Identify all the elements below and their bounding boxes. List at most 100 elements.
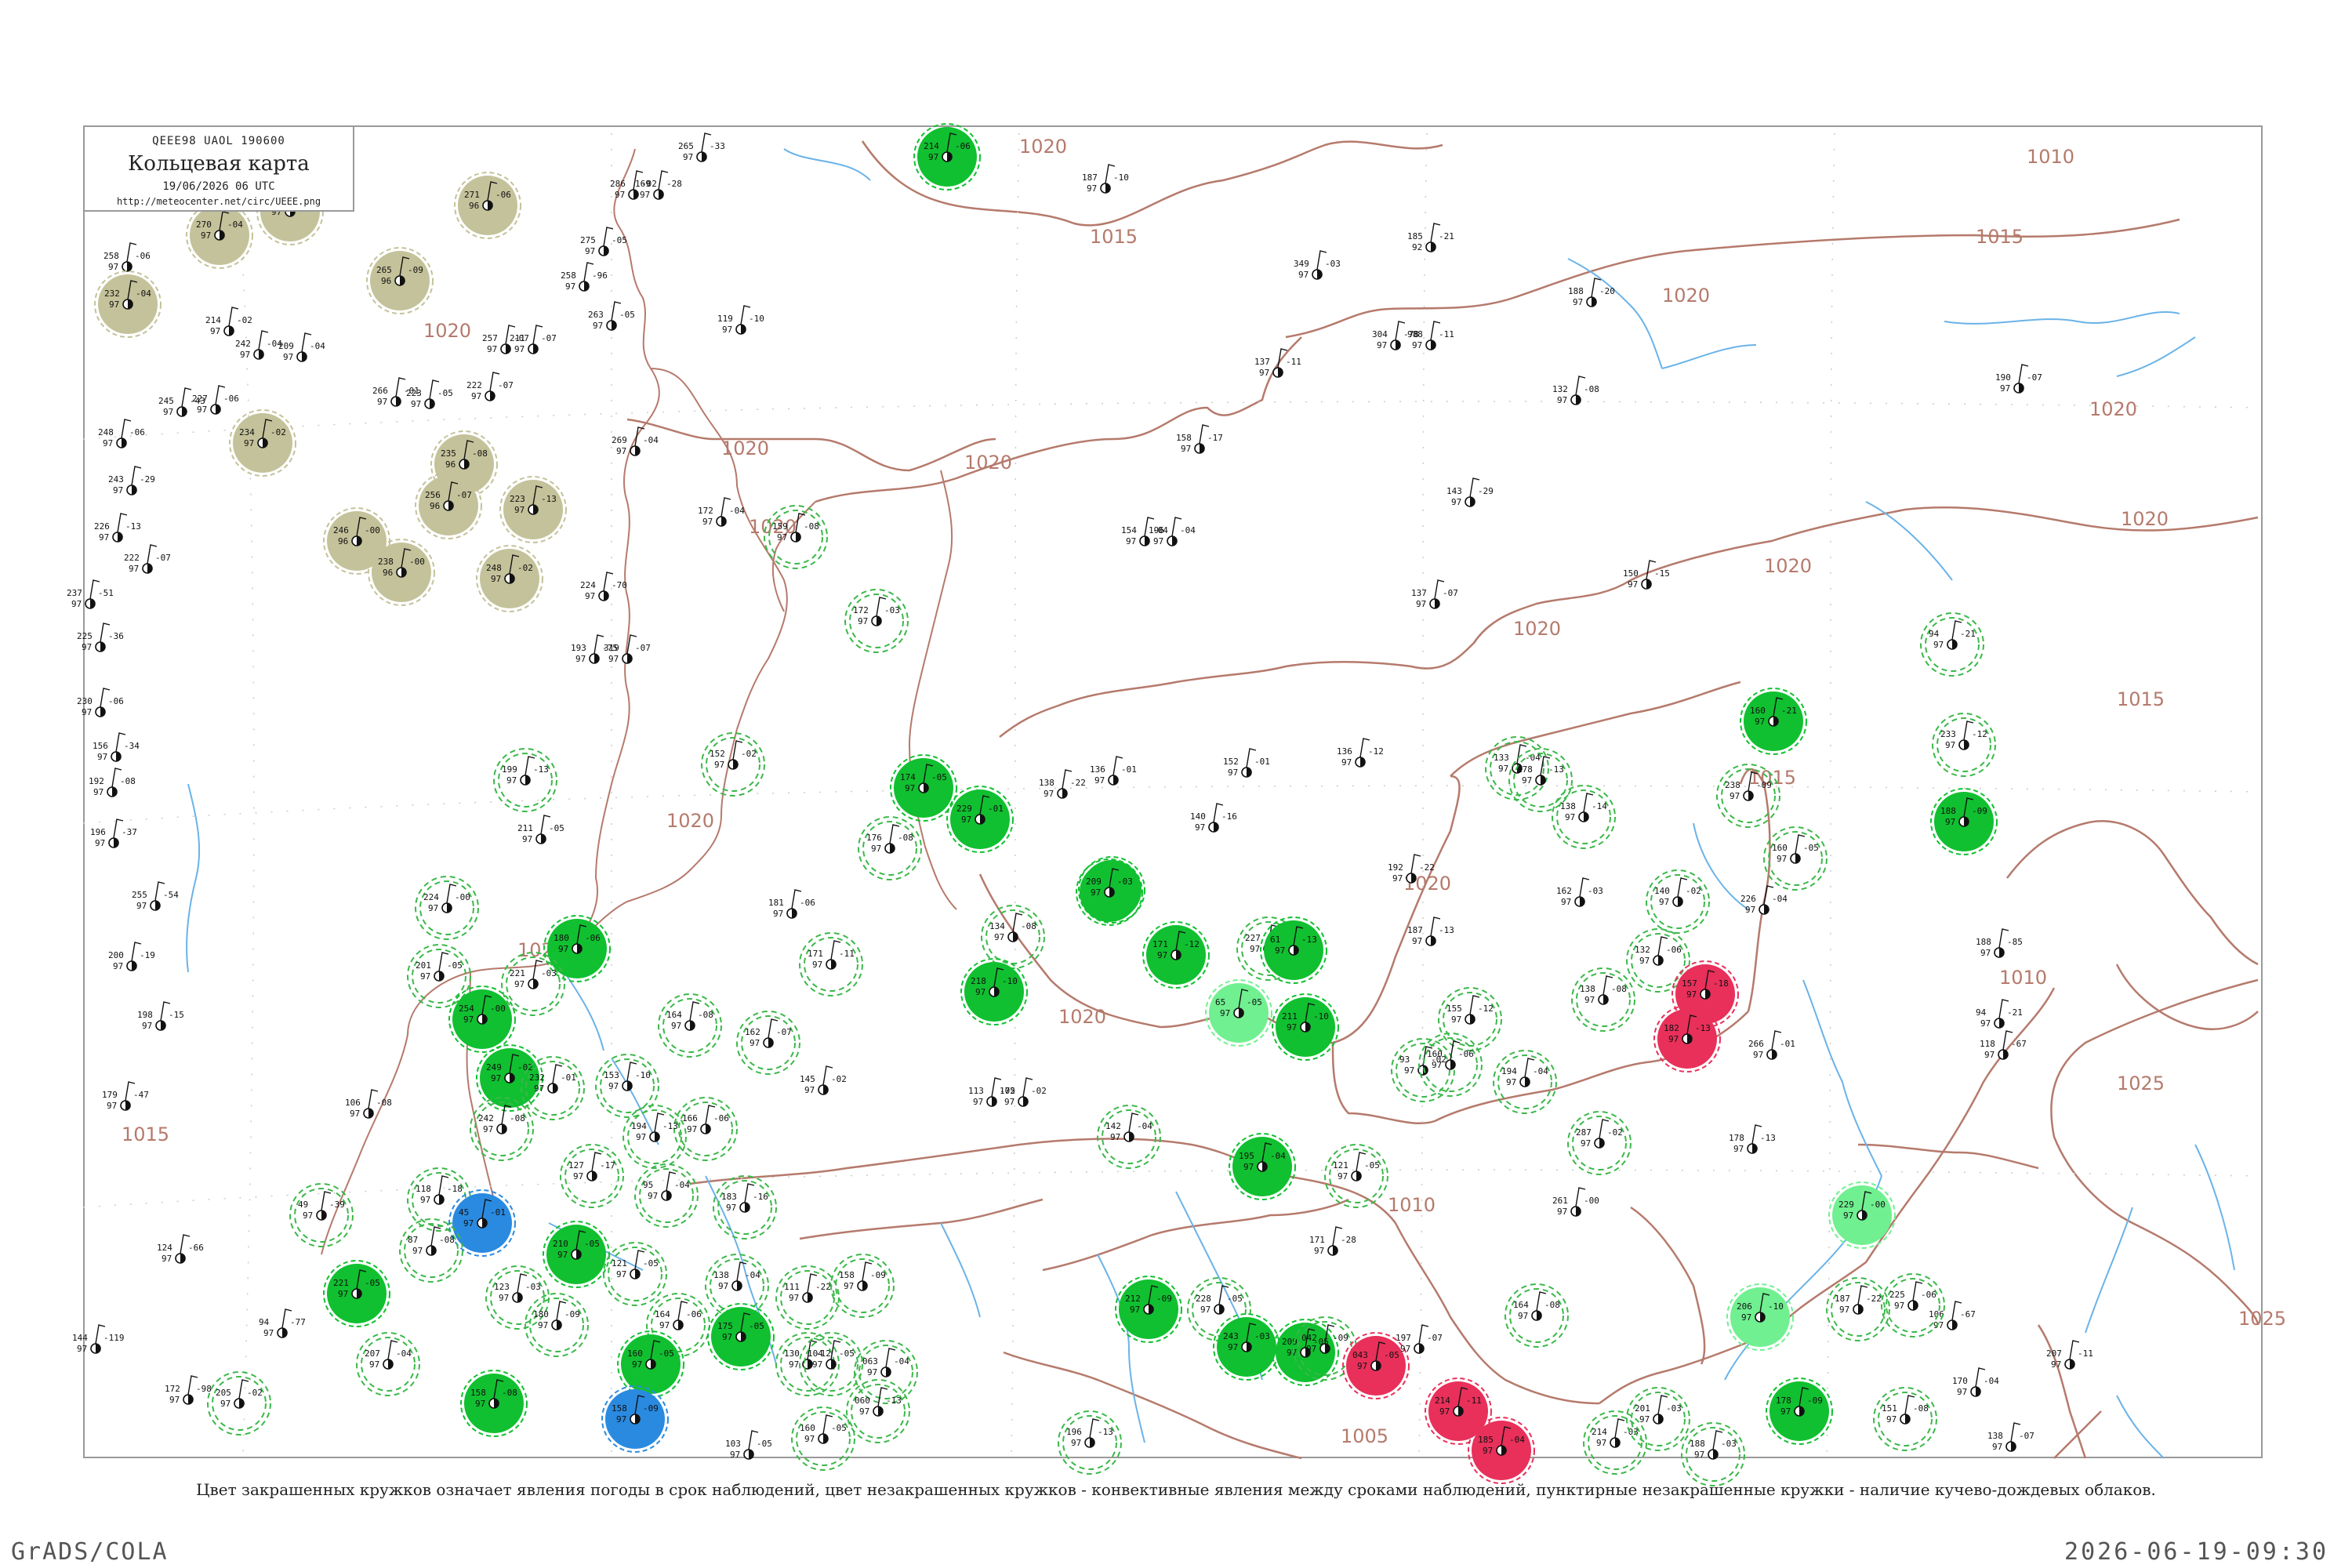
station-pressure: 97: [2000, 383, 2010, 394]
station-plot: 16697 -06: [673, 1097, 738, 1161]
station-pressure: 92: [1412, 242, 1422, 252]
station-pressure: 97: [1522, 775, 1532, 786]
render-timestamp: 2026-06-19-09:30: [2064, 1538, 2328, 1566]
station-plot: 15897 -08: [460, 1370, 528, 1437]
station-dewpoint: -01: [1121, 764, 1137, 775]
station-pressure: 97: [1250, 944, 1260, 954]
station-temperature: 271: [464, 190, 480, 200]
station-pressure: 97: [1557, 395, 1567, 405]
station-temperature: 138: [1580, 984, 1595, 994]
station-dewpoint: -08: [804, 521, 819, 532]
station-pressure: 97: [1984, 1050, 1994, 1060]
station-pressure: 97: [804, 1434, 815, 1444]
station-temperature: 178: [1776, 1396, 1791, 1406]
station-plot: 15897 -09: [830, 1254, 895, 1318]
station-plot: 14297 -04: [1097, 1105, 1161, 1169]
station-temperature: 063: [862, 1356, 878, 1367]
station-pressure: 97: [636, 1132, 646, 1142]
station-plot: 16497 -08: [658, 993, 722, 1058]
station-plot: 19497 -13: [622, 1105, 687, 1169]
station-dewpoint: -06: [223, 394, 239, 404]
station-dewpoint: -01: [1780, 1039, 1795, 1049]
station-pressure: 97: [1933, 1320, 1944, 1330]
station-temperature: 113: [968, 1086, 984, 1096]
station-temperature: 118: [1980, 1039, 1995, 1049]
station-plot: 13897 -08: [1571, 967, 1635, 1032]
station-plot: 25597 -54: [132, 881, 179, 911]
station-temperature: 144: [72, 1333, 88, 1343]
station-dewpoint: -08: [1021, 921, 1036, 931]
station-pressure: 97: [615, 190, 625, 200]
isobar-label: 1020: [666, 810, 714, 832]
station-pressure: 97: [412, 1246, 423, 1256]
station-dewpoint: -00: [455, 892, 470, 902]
station-pressure: 97: [777, 532, 787, 543]
station-dewpoint: -05: [839, 1348, 855, 1359]
station-dewpoint: -06: [585, 933, 601, 943]
station-pressure: 97: [136, 901, 147, 911]
station-plot: 24297 -08: [470, 1097, 534, 1161]
station-plot: 18797 -10: [1082, 164, 1129, 194]
station-pressure: 97: [1498, 764, 1508, 774]
station-pressure: 97: [1404, 1065, 1414, 1076]
station-plot: 17697 -08: [858, 816, 922, 880]
station-dewpoint: -06: [955, 141, 971, 151]
station-temperature: 243: [1223, 1331, 1239, 1341]
station-pressure: 97: [108, 262, 118, 272]
station-dewpoint: -04: [1533, 1066, 1548, 1076]
station-pressure: 97: [714, 760, 724, 770]
station-pressure: 97: [77, 1344, 87, 1354]
station-dewpoint: -19: [140, 950, 155, 960]
station-dewpoint: -09: [408, 265, 423, 275]
station-pressure: 97: [867, 1367, 877, 1377]
station-temperature: 225: [1889, 1290, 1905, 1300]
station-plot: 19097 -07: [1995, 364, 2042, 394]
station-plot: 15197 -08: [1873, 1387, 1937, 1451]
station-dewpoint: -13: [1439, 925, 1454, 935]
station-pressure: 97: [844, 1281, 854, 1291]
station-dewpoint: -02: [517, 563, 533, 573]
station-dewpoint: -04: [1509, 1435, 1525, 1445]
station-dewpoint: -05: [1364, 1160, 1380, 1171]
station-pressure: 97: [616, 1414, 626, 1425]
station-pressure: 97: [1780, 1406, 1791, 1417]
station-pressure: 97: [1153, 536, 1163, 546]
station-plot: 18897 -03: [1681, 1422, 1745, 1486]
station-pressure: 97: [1392, 873, 1403, 884]
station-temperature: 193: [571, 643, 586, 653]
station-pressure: 97: [726, 1203, 736, 1213]
station-plot: 19697 -13: [1058, 1410, 1122, 1475]
station-temperature: 211: [510, 333, 525, 343]
station-plot: 12797 -17: [560, 1144, 624, 1208]
station-pressure: 97: [463, 1218, 474, 1229]
station-temperature: 140: [1654, 886, 1670, 896]
station-temperature: 143: [1446, 486, 1462, 496]
station-dewpoint: -05: [831, 1423, 847, 1433]
station-plot: 18897 -09: [1930, 788, 1998, 855]
station-temperature: 94: [1976, 1007, 1987, 1018]
station-dewpoint: -98: [196, 1384, 212, 1394]
station-pressure: 97: [1639, 1414, 1650, 1425]
station-temperature: 180: [554, 933, 569, 943]
station-pressure: 97: [82, 642, 92, 652]
station-pressure: 97: [616, 1269, 626, 1279]
station-temperature: 176: [866, 833, 882, 843]
station-plot: 4997 -39: [289, 1183, 354, 1247]
station-dewpoint: -09: [564, 1309, 580, 1319]
station-plot: 19697 -37: [90, 818, 137, 848]
station-plot: 98897 -11: [1407, 321, 1454, 350]
station-temperature: 043: [1352, 1350, 1368, 1360]
station-plot: 20197 -05: [407, 944, 471, 1008]
station-temperature: 218: [971, 976, 986, 986]
station-temperature: 179: [102, 1090, 118, 1100]
station-pressure: 97: [1581, 1138, 1591, 1149]
station-temperature: 349: [1294, 259, 1309, 269]
station-temperature: 222: [466, 380, 482, 390]
station-plot: 21897 -10: [960, 958, 1028, 1025]
station-temperature: 188: [1568, 286, 1584, 296]
station-dewpoint: -07: [635, 643, 651, 653]
station-pressure: 97: [773, 909, 783, 919]
station-plot: 27196 -06: [454, 172, 521, 239]
isobar-label: 1020: [1019, 136, 1067, 158]
station-pressure: 97: [1565, 812, 1575, 822]
